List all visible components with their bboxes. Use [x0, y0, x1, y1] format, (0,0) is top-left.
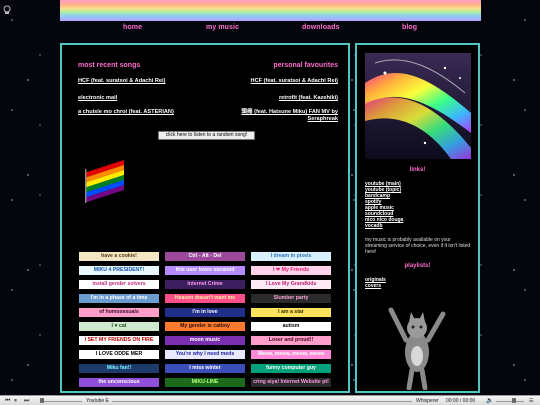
volume-handle[interactable]: [512, 398, 516, 403]
volume-icon[interactable]: 🔈: [486, 397, 493, 405]
next-icon[interactable]: ⏭: [24, 397, 29, 405]
badge-button: I LOVE ODDE MER: [78, 349, 160, 360]
badge-button: of homosexuals: [78, 307, 160, 318]
badge-button: I dream in pixels: [250, 251, 332, 262]
badge-button: MIKU 4 PRESIDENT!: [78, 265, 160, 276]
badge-button: autism: [250, 321, 332, 332]
badge-button: install gender solvers: [78, 279, 160, 290]
random-song-button[interactable]: click here to listen to a random song!: [158, 131, 255, 140]
seek-track-left[interactable]: [44, 401, 82, 402]
playlist-icon[interactable]: ☰: [529, 397, 533, 405]
badge-button: I'm in a phase of a time: [78, 293, 160, 304]
badge-button: Slumber party: [250, 293, 332, 304]
badge-button: I ♥ cat: [78, 321, 160, 332]
recent-song-link[interactable]: electronic mail: [78, 95, 117, 102]
badge-button: You're why I need meds: [164, 349, 246, 360]
sidebar-panel: links! youtube (main) youtube (topic) ba…: [355, 43, 480, 393]
badge-button: I ❤ My Friends: [250, 265, 332, 276]
nav-blog[interactable]: blog: [402, 24, 417, 31]
badge-button: I Love My Grandkids: [250, 279, 332, 290]
badge-button: moon music: [164, 335, 246, 346]
badge-button: Meow, meow, meow, meow: [250, 349, 332, 360]
badge-button: cring aiya! Internet Website pt!: [250, 377, 332, 388]
badge-button: MIKU-LINE: [164, 377, 246, 388]
player-source: Youtube E: [86, 398, 109, 404]
prev-icon[interactable]: ⏮: [5, 397, 10, 405]
header-banner: [60, 0, 481, 21]
dancing-cat-image: [387, 300, 447, 391]
badge-button: Heaven doesn't want me: [164, 293, 246, 304]
badge-button: I miss winter: [164, 363, 246, 374]
player-track-title: Whisperer: [416, 398, 439, 404]
favourite-song-link[interactable]: 頭痛 (feat. Hatsune Miku) FAN MV by Seraph…: [218, 109, 338, 123]
recent-songs-title: most recent songs: [78, 62, 141, 69]
recent-song-link[interactable]: a chuisle mo chroi (feat. ASTERIAN): [78, 109, 174, 116]
music-player-bar: ⏮ ⏸ ⏭ Youtube E Whisperer 00:00 / 00:00 …: [0, 395, 540, 405]
site-logo-icon: [2, 2, 12, 14]
links-title: links!: [409, 167, 426, 173]
badge-button: this user loves vocaloid: [164, 265, 246, 276]
volume-slider[interactable]: [496, 401, 524, 402]
pride-flag-image: [84, 159, 126, 208]
badge-button: Loser and proud!!: [250, 335, 332, 346]
nav-home[interactable]: home: [123, 24, 142, 31]
side-link-vocadb[interactable]: vocadb: [365, 223, 383, 229]
badge-button: Internet Crime: [164, 279, 246, 290]
badge-button: I am a star: [250, 307, 332, 318]
badge-button: My gender is catboy: [164, 321, 246, 332]
favourites-title: personal favourites: [273, 62, 338, 69]
favourite-song-link[interactable]: retrofit (feat. Kazehiki): [208, 95, 338, 102]
pause-icon[interactable]: ⏸: [14, 397, 17, 405]
badge-button: funny computer guy: [250, 363, 332, 374]
player-time: 00:00 / 00:00: [446, 398, 476, 404]
seek-track[interactable]: [112, 401, 412, 402]
rainbow-art-image: [365, 53, 471, 159]
main-panel: most recent songs personal favourites HC…: [60, 43, 350, 393]
badge-button: the unconscious: [78, 377, 160, 388]
favourite-song-link[interactable]: HCF (feat. suratsoi & Adachi Rei): [208, 78, 338, 85]
badge-button: Miku fan!!: [78, 363, 160, 374]
playlists-title: playlists!: [404, 263, 431, 269]
streaming-note: my music is probably available on your s…: [365, 237, 471, 255]
recent-song-link[interactable]: HCF (feat. suratsoi & Adachi Rei): [78, 78, 165, 85]
nav-my-music[interactable]: my music: [206, 24, 239, 31]
nav-downloads[interactable]: downloads: [302, 24, 339, 31]
side-link-covers[interactable]: covers: [365, 283, 381, 289]
badge-button: I SET MY FRIENDS ON FIRE: [78, 335, 160, 346]
badge-button: have a cookie!: [78, 251, 160, 262]
badge-button: Ctrl - Alt - Del: [164, 251, 246, 262]
badge-button: I'm in love: [164, 307, 246, 318]
